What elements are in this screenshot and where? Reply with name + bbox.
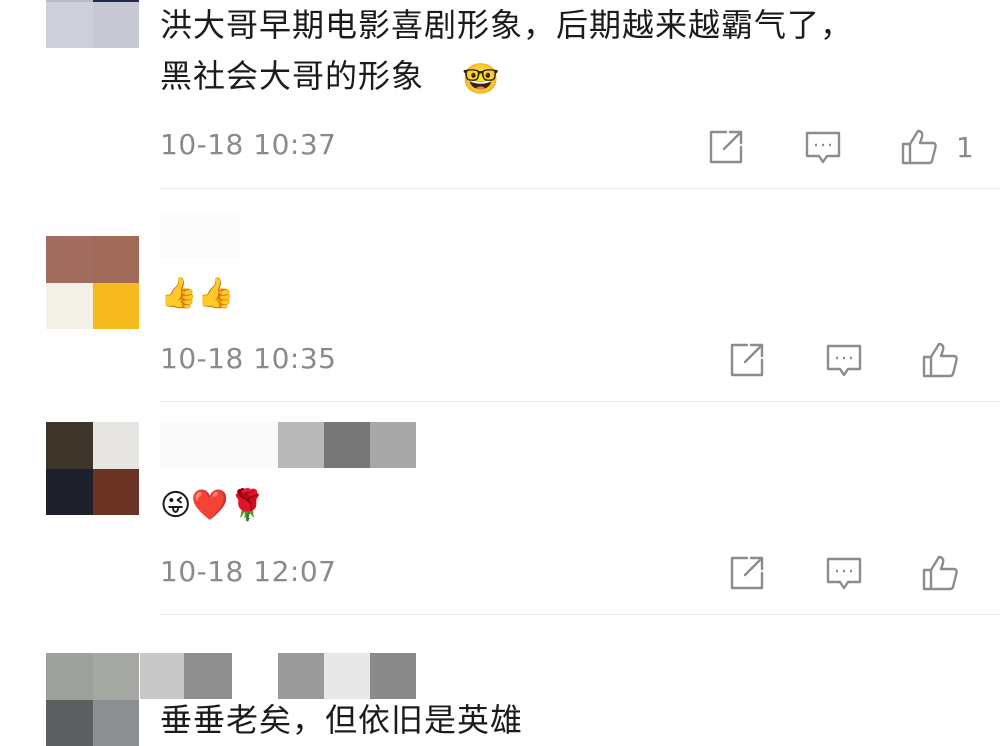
thumbs-up-icon[interactable] [920,553,960,593]
comment-icon[interactable] [824,553,864,593]
username-blurred [160,212,240,258]
comment-text: 垂垂老矣，但依旧是英雄 [160,701,524,739]
comment-icon[interactable] [824,340,864,380]
emoji: 👍👍 [160,276,235,311]
username-blurred [160,422,416,468]
like-count: 1 [956,131,974,164]
share-icon[interactable] [727,340,767,380]
comment-item: 垂垂老矣，但依旧是英雄 [0,615,1000,746]
avatar[interactable] [46,236,139,329]
avatar[interactable] [46,422,139,515]
share-icon[interactable] [706,127,746,167]
avatar[interactable] [46,653,139,746]
comment-actions [0,340,1000,384]
comment-item: 👍👍 10-18 10:35 [0,190,1000,402]
thumbs-up-icon[interactable] [920,340,960,380]
comment-actions [0,553,1000,597]
emoji: 😜❤️🌹 [160,488,266,523]
comment-item: 洪大哥早期电影喜剧形象，后期越来越霸气了， 黑社会大哥的形象 🤓 10-18 1… [0,0,1000,190]
comment-actions: 1 [0,127,1000,171]
divider [160,188,1000,189]
thumbs-up-icon[interactable] [899,127,939,167]
share-icon[interactable] [727,553,767,593]
emoji: 🤓 [462,62,500,97]
username-blurred [140,653,416,699]
comment-item: 😜❤️🌹 10-18 12:07 [0,402,1000,615]
comment-icon[interactable] [803,127,843,167]
avatar[interactable] [46,0,139,48]
comment-text: 洪大哥早期电影喜剧形象，后期越来越霸气了， 黑社会大哥的形象 [160,6,854,95]
